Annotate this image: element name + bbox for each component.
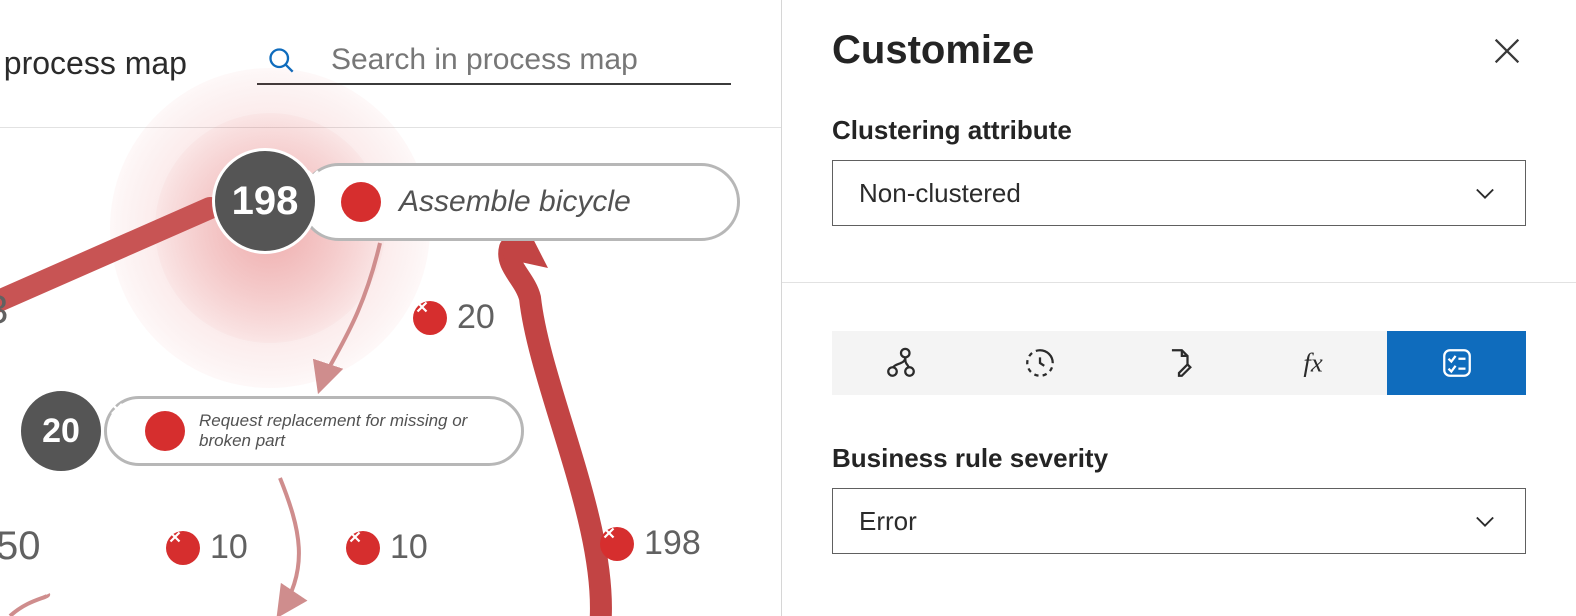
tab-document[interactable] [1110, 331, 1249, 395]
process-map-pane: t process map [0, 0, 782, 616]
error-icon [166, 531, 200, 565]
tab-checklist[interactable] [1387, 331, 1526, 395]
panel-divider [782, 282, 1576, 283]
chevron-down-icon [1471, 507, 1499, 535]
fx-icon: fx [1301, 346, 1335, 380]
node-count: 198 [232, 179, 299, 224]
customize-panel: Customize Clustering attribute Non-clust… [782, 0, 1576, 616]
node-count-bubble: 20 [18, 388, 104, 474]
panel-header: Customize [782, 0, 1576, 87]
edge-metric-value: 10 [390, 528, 428, 567]
severity-select[interactable]: Error [832, 488, 1526, 554]
node-count: 20 [42, 412, 80, 451]
tab-branch[interactable] [832, 331, 971, 395]
edge-metric-value: 10 [210, 528, 248, 567]
edge-metric-cut: 3 [0, 288, 8, 333]
svg-text:fx: fx [1303, 348, 1322, 378]
view-tabs: fx [832, 331, 1526, 395]
chevron-down-icon [1471, 179, 1499, 207]
error-icon [600, 527, 634, 561]
clustering-attribute-select[interactable]: Non-clustered [832, 160, 1526, 226]
branch-icon [884, 346, 918, 380]
document-edit-icon [1162, 346, 1196, 380]
node-label: Request replacement for missing or broke… [199, 411, 521, 451]
edge-metric: 10 [166, 528, 248, 567]
edge-metric: 10 [346, 528, 428, 567]
tab-formula[interactable]: fx [1248, 331, 1387, 395]
node-label: Assemble bicycle [399, 185, 631, 219]
node-request-replacement[interactable]: Request replacement for missing or broke… [104, 396, 524, 466]
edge-metric: 198 [600, 524, 701, 563]
severity-label: Business rule severity [832, 443, 1526, 474]
error-icon [341, 182, 381, 222]
node-count-bubble: 198 [212, 148, 318, 254]
error-icon [145, 411, 185, 451]
error-icon [346, 531, 380, 565]
edge-metric: 20 [413, 298, 495, 337]
clustering-attribute-value: Non-clustered [859, 178, 1021, 209]
checklist-icon [1440, 346, 1474, 380]
error-icon [413, 301, 447, 335]
topbar-title: t process map [0, 45, 187, 82]
close-icon[interactable] [1490, 34, 1524, 68]
topbar: t process map [0, 0, 781, 128]
edge-metric-value: 198 [644, 524, 701, 563]
clustering-attribute-label: Clustering attribute [832, 115, 1526, 146]
search-input[interactable] [331, 43, 731, 77]
edge-metric-cut: 50 [0, 524, 41, 569]
process-map-canvas[interactable]: Assemble bicycle 198 Request replacement… [0, 128, 782, 616]
edge-metric-value: 20 [457, 298, 495, 337]
panel-title: Customize [832, 28, 1034, 73]
tab-timer[interactable] [971, 331, 1110, 395]
node-assemble-bicycle[interactable]: Assemble bicycle [300, 163, 740, 241]
timer-icon [1023, 346, 1057, 380]
severity-value: Error [859, 506, 917, 537]
